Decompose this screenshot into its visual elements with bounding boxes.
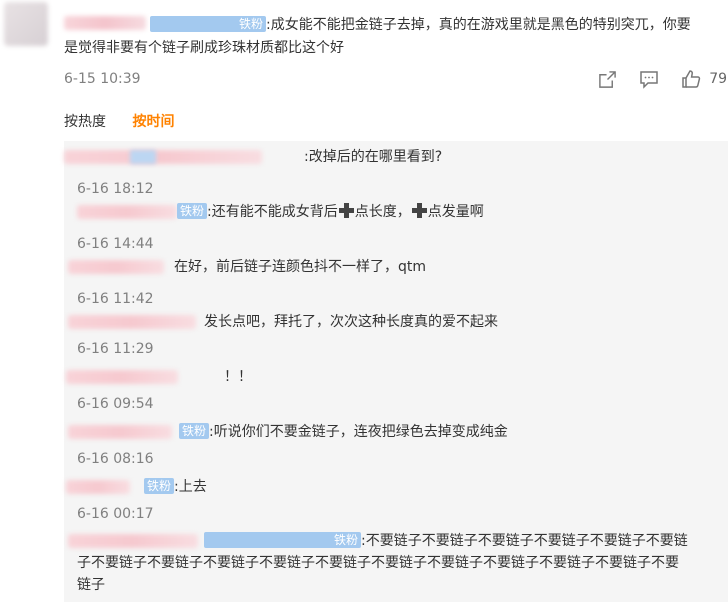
fan-badge: 铁粉 (144, 478, 175, 494)
like-icon[interactable] (681, 69, 701, 89)
reply-text: ！！ (224, 369, 252, 385)
reply-text: 在好，前后链子连颜色抖不一样了，qtm (174, 259, 427, 275)
comment-text: 铁粉:成女能不能把金链子去掉，真的在游戏里就是黑色的特别突兀，你要是觉得非要有个… (64, 14, 704, 60)
reply-text: :改掉后的在哪里看到? (304, 149, 443, 165)
reply-time: 6-16 08:16 (77, 451, 154, 467)
plus-icon (411, 203, 427, 218)
reply-item: 铁粉:不要链子不要链子不要链子不要链子不要链子不要链子不要链子不要链子不要链子不… (64, 530, 704, 602)
fan-badge: 铁粉 (179, 423, 210, 439)
reply-item: ！！ 6-16 09:54 (64, 366, 704, 416)
reply-text: 铁粉:听说你们不要金链子，连夜把绿色去掉变成纯金 (179, 421, 728, 443)
comment-icon[interactable] (639, 69, 659, 89)
username-redacted[interactable] (64, 150, 262, 164)
reply-item: :改掉后的在哪里看到? 6-16 18:12 (64, 146, 704, 197)
username-redacted[interactable] (66, 480, 130, 494)
reply-time: 6-16 09:54 (77, 396, 154, 412)
username-redacted[interactable] (77, 205, 177, 219)
reply-text: 铁粉:还有能不能成女背后 点长度， 点发量啊 (177, 201, 728, 223)
reply-item: 铁粉:上去 6-16 00:17 (64, 476, 704, 526)
username-redacted[interactable] (66, 370, 178, 384)
username-redacted[interactable] (68, 315, 196, 329)
fan-badge: 铁粉 (204, 532, 362, 548)
comment-actions: 792 (575, 68, 728, 90)
fan-badge-redacted (130, 150, 156, 164)
comment-time: 6-15 10:39 (64, 71, 141, 87)
reply-time: 6-16 14:44 (77, 236, 154, 252)
reply-text: 发长点吧，拜托了，次次这种长度真的爱不起来 (204, 314, 498, 330)
share-icon[interactable] (597, 69, 617, 89)
tab-sort-hot[interactable]: 按热度 (64, 111, 106, 133)
reply-time: 6-16 18:12 (77, 181, 154, 197)
tab-sort-time[interactable]: 按时间 (132, 111, 174, 133)
reply-text: 铁粉:不要链子不要链子不要链子不要链子不要链子不要链子不要链子不要链子不要链子不… (77, 530, 689, 596)
reply-text: 铁粉:上去 (144, 476, 728, 498)
reply-body-b: 点长度， (354, 204, 411, 220)
comment-meta: 6-15 10:39 792 (64, 68, 728, 90)
reply-body-c: 点发量啊 (427, 204, 484, 220)
reply-time: 6-16 11:42 (77, 291, 154, 307)
reply-item: 铁粉:还有能不能成女背后 点长度， 点发量啊 6-16 14:44 (64, 201, 704, 252)
reply-item: 铁粉:听说你们不要金链子，连夜把绿色去掉变成纯金 6-16 08:16 (64, 421, 704, 471)
reply-item: 在好，前后链子连颜色抖不一样了，qtm 6-16 11:42 (64, 256, 704, 307)
fan-badge: 铁粉 (150, 16, 267, 32)
reply-body: :上去 (174, 479, 207, 495)
fan-badge: 铁粉 (177, 203, 208, 219)
main-comment: 铁粉:成女能不能把金链子去掉，真的在游戏里就是黑色的特别突兀，你要是觉得非要有个… (0, 0, 728, 96)
reply-body-a: :还有能不能成女背后 (207, 204, 338, 220)
sort-tabs: 按热度 按时间 (64, 111, 196, 133)
username-redacted[interactable] (68, 260, 164, 274)
like-count: 792 (709, 71, 728, 87)
avatar[interactable] (4, 2, 48, 46)
reply-item: 发长点吧，拜托了，次次这种长度真的爱不起来 6-16 11:29 (64, 311, 704, 361)
reply-time: 6-16 00:17 (77, 506, 154, 522)
plus-icon (338, 203, 354, 218)
username-redacted[interactable] (68, 425, 172, 439)
reply-body: :不要链子不要链子不要链子不要链子不要链子不要链子不要链子不要链子不要链子不要链… (77, 533, 688, 593)
reply-body: :听说你们不要金链子，连夜把绿色去掉变成纯金 (209, 424, 508, 440)
reply-time: 6-16 11:29 (77, 341, 154, 357)
replies-list: :改掉后的在哪里看到? 6-16 18:12 铁粉:还有能不能成女背后 点长度，点… (64, 141, 728, 602)
